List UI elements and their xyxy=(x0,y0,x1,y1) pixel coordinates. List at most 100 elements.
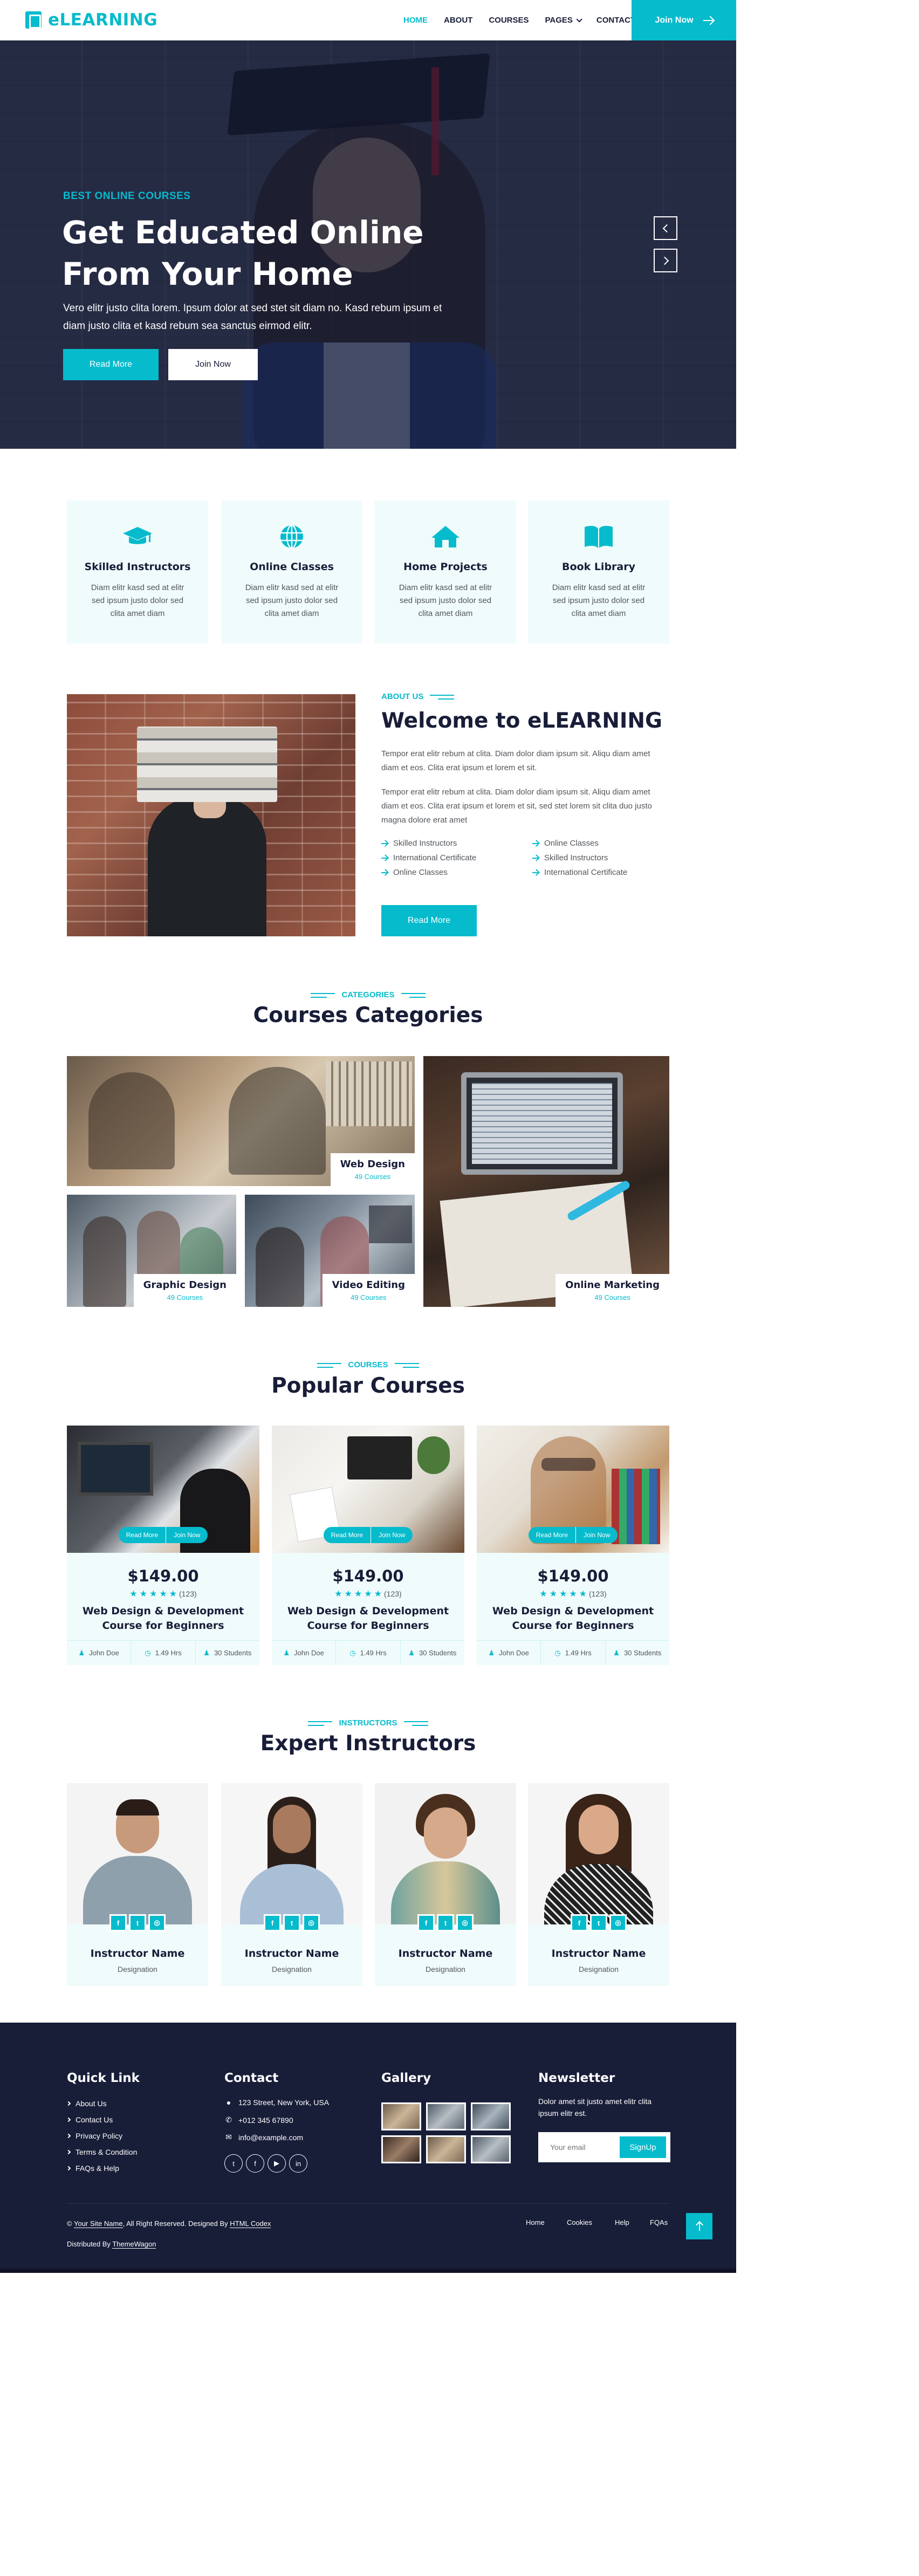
feature-item: Online Classes xyxy=(532,839,662,848)
gallery-image[interactable] xyxy=(381,2135,421,2163)
nav-pages[interactable]: PAGES xyxy=(537,16,588,25)
gallery-image[interactable] xyxy=(471,2135,511,2163)
twitter-icon[interactable]: t xyxy=(129,1914,146,1931)
user-icon: ♟ xyxy=(408,1648,415,1657)
course-read-more-button[interactable]: Read More xyxy=(118,1527,166,1543)
course-hours: 1.49 Hrs xyxy=(565,1649,592,1657)
carousel-prev-button[interactable] xyxy=(654,216,677,240)
gallery-image[interactable] xyxy=(426,2135,466,2163)
course-card: Read More Join Now $149.00 ★ ★ ★ ★ ★ (123) W… xyxy=(67,1426,259,1665)
category-count: 49 Courses xyxy=(351,1293,387,1301)
footer-link[interactable]: FAQs & Help xyxy=(66,2164,119,2173)
category-card-web-design[interactable]: Web Design 49 Courses xyxy=(67,1056,415,1186)
footer-link[interactable]: Terms & Condition xyxy=(66,2148,138,2156)
footer-link[interactable]: About Us xyxy=(66,2099,107,2108)
nav-home[interactable]: HOME xyxy=(395,16,436,25)
instagram-icon[interactable]: ◎ xyxy=(609,1914,627,1931)
course-title[interactable]: Web Design & Development Course for Begi… xyxy=(283,1604,454,1633)
carousel-next-button[interactable] xyxy=(654,249,677,272)
about-read-more-button[interactable]: Read More xyxy=(381,905,477,936)
nav-courses[interactable]: COURSES xyxy=(481,16,537,25)
category-name: Online Marketing xyxy=(565,1279,660,1291)
course-read-more-button[interactable]: Read More xyxy=(528,1527,576,1543)
twitter-icon[interactable]: t xyxy=(283,1914,300,1931)
category-card-video-editing[interactable]: Video Editing 49 Courses xyxy=(245,1195,415,1307)
hero-read-more-button[interactable]: Read More xyxy=(63,349,159,380)
instagram-icon[interactable]: ◎ xyxy=(148,1914,166,1931)
course-rating: ★ ★ ★ ★ ★ (123) xyxy=(477,1588,669,1599)
course-reviews: (123) xyxy=(384,1590,402,1598)
service-text: Diam elitr kasd sed at elitr sed ipsum j… xyxy=(91,583,184,618)
back-to-top-button[interactable] xyxy=(686,2213,712,2239)
designer-link[interactable]: HTML Codex xyxy=(230,2219,271,2228)
gallery-image[interactable] xyxy=(426,2102,466,2130)
course-price: $149.00 xyxy=(127,1567,199,1585)
category-label: Video Editing 49 Courses xyxy=(322,1274,415,1307)
course-title[interactable]: Web Design & Development Course for Begi… xyxy=(488,1604,659,1633)
twitter-icon[interactable]: t xyxy=(590,1914,607,1931)
star-icon: ★ xyxy=(334,1590,342,1599)
brand-logo[interactable]: eLEARNING xyxy=(25,10,158,30)
facebook-icon[interactable]: f xyxy=(109,1914,127,1931)
footer-menu-faqs[interactable]: FQAs xyxy=(650,2218,668,2226)
gallery-image[interactable] xyxy=(471,2102,511,2130)
twitter-icon[interactable]: t xyxy=(437,1914,454,1931)
course-meta: ♟ John Doe ◷ 1.49 Hrs ♟ 30 Students xyxy=(272,1640,464,1665)
facebook-icon[interactable]: f xyxy=(246,2154,264,2173)
hero-subtitle: Best Online Courses xyxy=(63,190,191,202)
clock-icon: ◷ xyxy=(145,1648,151,1657)
instagram-icon[interactable]: ◎ xyxy=(456,1914,474,1931)
about-title: Welcome to eLEARNING xyxy=(381,709,662,733)
distributor-link[interactable]: ThemeWagon xyxy=(112,2240,156,2249)
category-image-monitor xyxy=(369,1205,412,1243)
youtube-icon[interactable]: ▶ xyxy=(268,2154,286,2173)
course-author-name: John Doe xyxy=(294,1649,324,1657)
facebook-icon[interactable]: f xyxy=(264,1914,281,1931)
facebook-icon[interactable]: f xyxy=(571,1914,588,1931)
course-students: ♟ 30 Students xyxy=(401,1641,464,1665)
footer-menu-home[interactable]: Home xyxy=(526,2218,545,2226)
home-icon xyxy=(375,524,516,549)
instructor-photo xyxy=(221,1783,362,1924)
footer-link[interactable]: Privacy Policy xyxy=(66,2132,122,2140)
course-join-now-button[interactable]: Join Now xyxy=(371,1527,413,1543)
website: eLEARNING HOME ABOUT COURSES PAGES CONTA… xyxy=(0,0,736,2273)
footer-menu-help[interactable]: Help xyxy=(615,2218,629,2226)
linkedin-icon[interactable]: in xyxy=(289,2154,307,2173)
footer-menu-cookies[interactable]: Cookies xyxy=(567,2218,592,2226)
signup-button[interactable]: SignUp xyxy=(620,2136,666,2158)
category-image-shelf xyxy=(326,1061,412,1126)
user-tie-icon: ♟ xyxy=(78,1648,85,1657)
category-card-graphic-design[interactable]: Graphic Design 49 Courses xyxy=(67,1195,236,1307)
arrow-right-icon xyxy=(532,857,539,859)
instagram-icon[interactable]: ◎ xyxy=(303,1914,320,1931)
newsletter-email-input[interactable] xyxy=(538,2132,619,2162)
footer-link[interactable]: Contact Us xyxy=(66,2115,113,2124)
hero-title: Get Educated Online From Your Home xyxy=(62,214,424,292)
footer-link-label: Terms & Condition xyxy=(76,2148,138,2156)
join-now-button[interactable]: Join Now xyxy=(632,0,736,40)
site-name-link[interactable]: Your Site Name xyxy=(73,2219,123,2228)
star-icon: ★ xyxy=(344,1590,352,1599)
hero-join-now-button[interactable]: Join Now xyxy=(168,349,258,380)
feature-label: International Certificate xyxy=(393,853,477,862)
nav-about[interactable]: ABOUT xyxy=(436,16,481,25)
course-author-name: John Doe xyxy=(89,1649,119,1657)
instructor-hair xyxy=(116,1799,159,1815)
footer-gallery-title: Gallery xyxy=(381,2071,431,2085)
course-hours: 1.49 Hrs xyxy=(155,1649,182,1657)
category-card-online-marketing[interactable]: Online Marketing 49 Courses xyxy=(423,1056,669,1307)
course-students-count: 30 Students xyxy=(214,1649,252,1657)
course-read-more-button[interactable]: Read More xyxy=(323,1527,371,1543)
course-join-now-button[interactable]: Join Now xyxy=(576,1527,618,1543)
feature-item: Skilled Instructors xyxy=(532,853,662,862)
courses-title: Popular Courses xyxy=(271,1374,465,1398)
course-meta: ♟ John Doe ◷ 1.49 Hrs ♟ 30 Students xyxy=(477,1640,669,1665)
course-join-now-button[interactable]: Join Now xyxy=(166,1527,208,1543)
brand-name: eLEARNING xyxy=(48,10,158,30)
twitter-icon[interactable]: t xyxy=(224,2154,243,2173)
gallery-image[interactable] xyxy=(381,2102,421,2130)
category-image-screen xyxy=(472,1083,612,1164)
course-title[interactable]: Web Design & Development Course for Begi… xyxy=(78,1604,249,1633)
facebook-icon[interactable]: f xyxy=(417,1914,435,1931)
